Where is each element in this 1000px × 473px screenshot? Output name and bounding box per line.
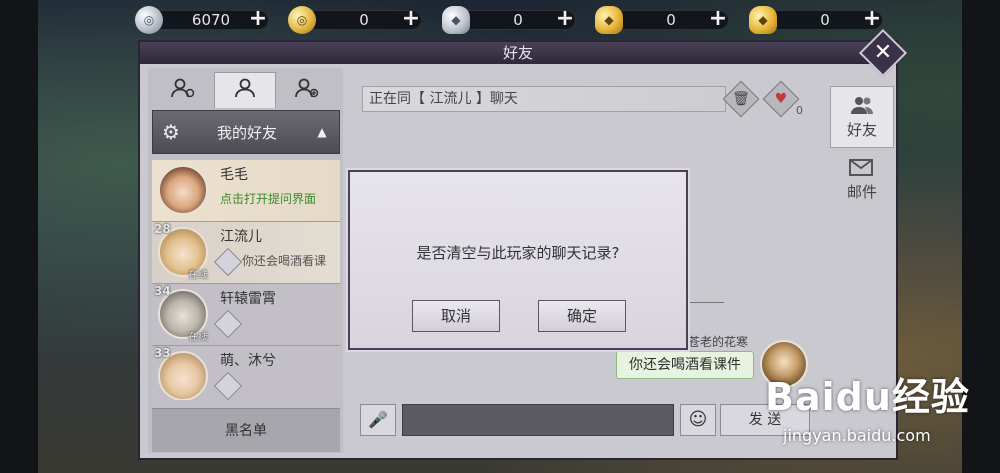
currency-gold-ingot: ◆ 0 + [595, 5, 745, 35]
watermark-logo: Baidu经验 [765, 375, 970, 419]
title-badge-icon [213, 247, 243, 277]
chat-title: 正在同【 江流儿 】聊天 [362, 86, 726, 112]
tab-my-friends[interactable] [214, 72, 276, 108]
friend-name: 轩辕雷霄 [220, 291, 276, 307]
add-bound-gold-ingot-button[interactable]: + [861, 8, 883, 31]
currency-bound-gold-ingot: ◆ 0 + [749, 5, 899, 35]
chat-input[interactable] [402, 404, 674, 436]
confirm-button[interactable]: 确定 [538, 300, 626, 332]
like-count: 0 [796, 104, 803, 117]
emoji-button[interactable]: ☺ [680, 404, 716, 436]
friend-prompt: 点击打开提问界面 [220, 192, 317, 206]
baidu-watermark: Baidu经验 jingyan.baidu.com [765, 366, 995, 456]
friend-name: 毛毛 [220, 167, 248, 183]
currency-value: 6070 [191, 11, 231, 29]
avatar [158, 165, 208, 215]
gold-ingot-icon: ◆ [595, 6, 623, 34]
gear-icon[interactable]: ⚙ [153, 120, 189, 144]
message-sender: 苍老的花寒 [688, 335, 749, 349]
add-silver-ingot-button[interactable]: + [554, 8, 576, 31]
add-friend-icon [295, 77, 319, 104]
friend-name: 江流儿 [220, 229, 262, 245]
currency-gold-coin: ◎ 0 + [288, 5, 438, 35]
confirm-dialog: 是否清空与此玩家的聊天记录? 取消 确定 [348, 170, 688, 350]
friend-level: 28 [154, 222, 171, 236]
silver-coin-icon: ◎ [135, 6, 163, 34]
clear-chat-button[interactable]: 🗑 [722, 80, 760, 118]
tab-label: 邮件 [846, 182, 877, 201]
currency-value: 0 [820, 11, 830, 29]
friend-sidebar: ⚙ 我的好友 ▲ 毛毛 点击打开提问界面 28 在线 江流儿 你还会喝酒看课 3… [148, 68, 343, 453]
silver-ingot-icon: ◆ [442, 6, 470, 34]
friend-name: 萌、沐兮 [220, 353, 276, 369]
group-label: 我的好友 [216, 123, 277, 142]
mail-icon [849, 157, 875, 181]
tab-add-friend[interactable] [276, 72, 338, 108]
gold-ingot-icon: ◆ [749, 6, 777, 34]
right-tabs: 好友 邮件 [830, 86, 896, 286]
currency-bar: ◎ 6070 + ◎ 0 + ◆ 0 + ◆ 0 + ◆ 0 + [135, 5, 895, 35]
watermark-url: jingyan.baidu.com [783, 426, 931, 445]
recent-contacts-icon [171, 77, 195, 104]
collapse-arrow-icon[interactable]: ▲ [305, 125, 339, 139]
smiley-icon: ☺ [688, 409, 708, 430]
friend-item[interactable]: 28 在线 江流儿 你还会喝酒看课 [152, 222, 340, 284]
panel-title: 好友 [140, 42, 896, 64]
add-silver-coin-button[interactable]: + [247, 8, 269, 31]
like-button[interactable]: ♥ [762, 80, 800, 118]
chat-input-bar: 🎤 ☺ 发 送 [360, 400, 820, 438]
currency-value: 0 [513, 11, 523, 29]
cancel-button[interactable]: 取消 [412, 300, 500, 332]
friend-item[interactable]: 34 在线 轩辕雷霄 [152, 284, 340, 346]
voice-input-button[interactable]: 🎤 [360, 404, 396, 436]
chat-message-bubble: 你还会喝酒看课件 [616, 351, 754, 379]
title-badge-icon [213, 371, 243, 400]
tab-mail[interactable]: 邮件 [830, 148, 894, 210]
currency-silver-coin: ◎ 6070 + [135, 5, 285, 35]
friend-list: 毛毛 点击打开提问界面 28 在线 江流儿 你还会喝酒看课 34 在线 轩辕雷霄 [152, 160, 340, 400]
friends-icon [850, 95, 874, 119]
add-gold-coin-button[interactable]: + [400, 8, 422, 31]
friend-icon [233, 77, 257, 104]
left-letterbox [0, 0, 38, 473]
friend-tabs [152, 72, 338, 108]
last-message: 你还会喝酒看课 [242, 254, 327, 268]
currency-value: 0 [666, 11, 676, 29]
currency-value: 0 [359, 11, 369, 29]
tab-recent-contacts[interactable] [152, 72, 214, 108]
friend-item[interactable]: 毛毛 点击打开提问界面 [152, 160, 340, 222]
heart-icon: ♥ [774, 91, 788, 107]
friend-level: 33 [154, 346, 171, 360]
friend-level: 34 [154, 284, 171, 298]
friend-group-header[interactable]: ⚙ 我的好友 ▲ [152, 110, 340, 154]
microphone-icon: 🎤 [368, 410, 388, 429]
blacklist-button[interactable]: 黑名单 [152, 408, 340, 452]
dialog-message: 是否清空与此玩家的聊天记录? [416, 244, 620, 262]
trash-icon: 🗑 [732, 91, 750, 107]
close-icon: ✕ [873, 40, 893, 65]
tab-friends[interactable]: 好友 [830, 86, 894, 148]
title-badge-icon [213, 309, 243, 339]
online-status: 在线 [188, 270, 208, 281]
gold-coin-icon: ◎ [288, 6, 316, 34]
tab-label: 好友 [846, 120, 877, 139]
currency-silver-ingot: ◆ 0 + [442, 5, 592, 35]
add-gold-ingot-button[interactable]: + [707, 8, 729, 31]
online-status: 在线 [188, 332, 208, 343]
friend-item[interactable]: 33 萌、沐兮 [152, 346, 340, 400]
